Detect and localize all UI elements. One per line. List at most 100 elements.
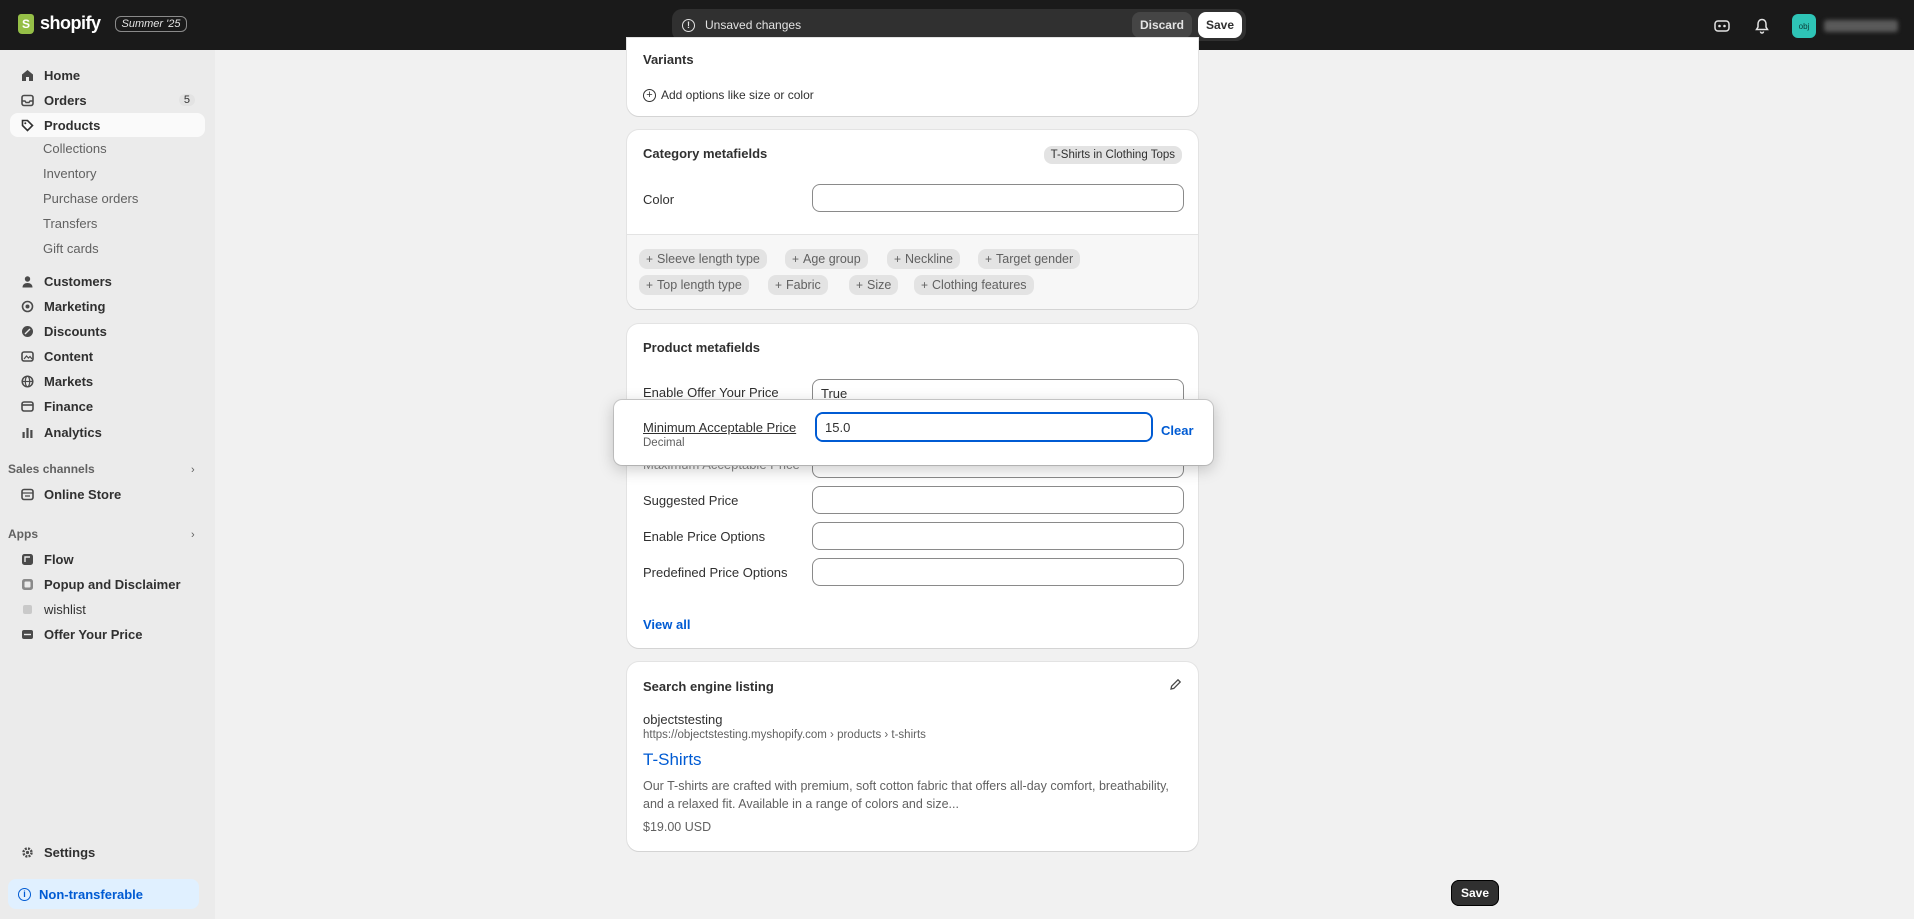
sidebar-item-flow[interactable]: Flow [10, 547, 205, 571]
content-icon [20, 349, 34, 363]
chip-age-group[interactable]: + Age group [785, 249, 868, 269]
person-icon [20, 274, 34, 288]
discard-button[interactable]: Discard [1131, 12, 1192, 38]
plus-icon: + [775, 278, 783, 292]
sidebar-subitem-collections[interactable]: Collections [43, 141, 107, 156]
sidebar-item-content[interactable]: Content [10, 344, 205, 368]
metafield-label: Enable Price Options [643, 529, 766, 544]
save-button[interactable]: Save [1197, 12, 1242, 38]
predefined-price-options-field[interactable] [812, 558, 1184, 586]
plus-icon: + [792, 252, 800, 266]
product-metafields-title: Product metafields [643, 340, 761, 355]
sidebar-item-label: Discounts [44, 323, 107, 339]
sidebar-item-label: Home [44, 67, 81, 83]
sidebar-subitem-transfers[interactable]: Transfers [43, 216, 97, 231]
globe-icon [20, 374, 34, 388]
unsaved-changes-bar: ! Unsaved changes Discard Save [672, 9, 1246, 41]
sidekick-icon[interactable] [1712, 16, 1732, 36]
clear-button[interactable]: Clear [1161, 423, 1194, 438]
sidebar: Home Orders 5 Products Collections Inven… [0, 50, 215, 919]
pencil-icon[interactable] [1169, 678, 1182, 694]
category-metafields-title: Category metafields [643, 146, 768, 161]
sidebar-item-popup-and-disclaimer[interactable]: Popup and Disclaimer [10, 572, 205, 596]
sidebar-item-label: wishlist [44, 601, 86, 617]
sidebar-item-label: Marketing [44, 298, 106, 314]
sidebar-item-finance[interactable]: Finance [10, 394, 205, 418]
home-icon [20, 68, 34, 82]
sidebar-item-label: Products [44, 117, 101, 133]
view-all-link[interactable]: View all [643, 617, 690, 632]
bell-icon[interactable] [1752, 16, 1772, 36]
sidebar-item-label: Content [44, 348, 94, 364]
alert-circle-icon: ! [682, 18, 695, 32]
plus-icon: + [894, 252, 902, 266]
info-icon: i [18, 887, 31, 901]
sidebar-item-label: Online Store [44, 486, 122, 502]
app-icon [20, 602, 34, 616]
sidebar-item-settings[interactable]: Settings [10, 840, 205, 864]
sidebar-item-customers[interactable]: Customers [10, 269, 205, 293]
popover-field-label[interactable]: Minimum Acceptable Price [643, 420, 796, 435]
chevron-right-icon[interactable]: › [191, 464, 195, 476]
sidebar-item-analytics[interactable]: Analytics [10, 420, 205, 444]
sales-channels-heading[interactable]: Sales channels [8, 462, 95, 476]
sidebar-item-offer-your-price[interactable]: Offer Your Price [10, 622, 205, 646]
metafield-edit-popover: Minimum Acceptable Price Decimal Clear [614, 400, 1213, 465]
avatar[interactable]: obj [1792, 14, 1816, 38]
orders-count-badge: 5 [178, 94, 195, 106]
sidebar-item-online-store[interactable]: Online Store [10, 482, 205, 506]
chip-label: Size [867, 278, 892, 292]
sidebar-subitem-gift-cards[interactable]: Gift cards [43, 241, 99, 256]
chip-label: Clothing features [932, 278, 1027, 292]
sidebar-subitem-purchase-orders[interactable]: Purchase orders [43, 191, 138, 206]
sidebar-item-discounts[interactable]: Discounts [10, 319, 205, 343]
shopify-bag-icon [18, 13, 34, 34]
suggested-metafields-area [627, 234, 1198, 309]
enable-price-options-field[interactable] [812, 522, 1184, 550]
search-engine-listing-card: Search engine listing objectstesting htt… [627, 662, 1198, 851]
plus-icon: + [856, 278, 864, 292]
save-button-bottom[interactable]: Save [1451, 880, 1500, 906]
product-metafields-card: Product metafields Enable Offer Your Pri… [627, 324, 1198, 648]
store-icon [20, 487, 34, 501]
sidebar-item-wishlist[interactable]: wishlist [10, 597, 205, 621]
sidebar-item-orders[interactable]: Orders 5 [10, 88, 205, 112]
sidebar-item-products[interactable]: Products [10, 113, 205, 137]
sidebar-item-home[interactable]: Home [10, 63, 205, 87]
add-options-button[interactable]: + Add options like size or color [643, 88, 814, 102]
sidebar-item-marketing[interactable]: Marketing [10, 294, 205, 318]
chip-size[interactable]: + Size [849, 275, 899, 295]
chip-target-gender[interactable]: + Target gender [978, 249, 1081, 269]
plus-icon: + [921, 278, 929, 292]
chip-clothing-features[interactable]: + Clothing features [914, 275, 1034, 295]
chip-label: Target gender [996, 252, 1074, 266]
sidebar-item-label: Popup and Disclaimer [44, 576, 181, 592]
suggested-price-field[interactable] [812, 486, 1184, 514]
chip-fabric[interactable]: + Fabric [768, 275, 828, 295]
chip-sleeve-length-type[interactable]: + Sleeve length type [639, 249, 767, 269]
color-field[interactable] [812, 184, 1184, 212]
plus-icon: + [985, 252, 993, 266]
sidebar-item-markets[interactable]: Markets [10, 369, 205, 393]
chip-label: Fabric [786, 278, 821, 292]
plus-icon: + [646, 252, 654, 266]
chip-label: Sleeve length type [657, 252, 760, 266]
plus-icon: + [646, 278, 654, 292]
seo-description: Our T-shirts are crafted with premium, s… [643, 779, 1169, 811]
store-name-blurred[interactable] [1824, 20, 1898, 32]
chip-label: Neckline [905, 252, 953, 266]
chip-neckline[interactable]: + Neckline [887, 249, 960, 269]
non-transferable-banner[interactable]: i Non-transferable [8, 879, 199, 909]
edition-badge[interactable]: Summer '25 [114, 15, 188, 32]
seo-price: $19.00 USD [643, 820, 712, 834]
chevron-right-icon[interactable]: › [191, 529, 195, 541]
app-icon [20, 577, 34, 591]
tag-icon [20, 118, 34, 132]
minimum-acceptable-price-input[interactable] [815, 412, 1153, 442]
chip-top-length-type[interactable]: + Top length type [639, 275, 749, 295]
apps-heading[interactable]: Apps [8, 527, 38, 541]
seo-store-name: objectstesting [643, 712, 723, 727]
add-options-label: Add options like size or color [661, 88, 814, 102]
sidebar-subitem-inventory[interactable]: Inventory [43, 166, 96, 181]
shopify-logo[interactable]: shopify Summer '25 [18, 13, 188, 34]
